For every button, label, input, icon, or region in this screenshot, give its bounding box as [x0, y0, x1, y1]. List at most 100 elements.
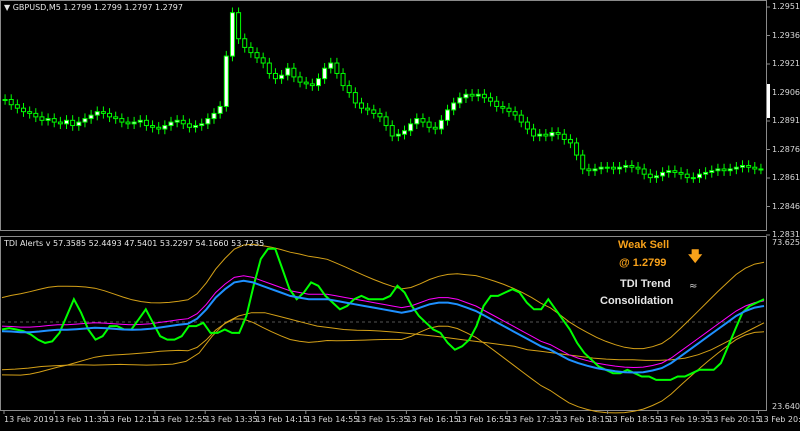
candle-body [733, 166, 739, 170]
price-axis-tick: 1.2861 [772, 173, 800, 182]
price-axis-tick: 1.2846 [772, 201, 800, 211]
indicator-axis-tick: 23.6409 [772, 402, 800, 411]
candle-body [678, 171, 684, 175]
time-axis-tick: 13 Feb 12:55 [154, 415, 208, 424]
candle-body [549, 131, 555, 137]
candle-body [236, 12, 242, 40]
candle-body [309, 83, 315, 87]
time-axis-tick: 13 Feb 20:55 [758, 415, 800, 424]
candle-body [371, 109, 377, 114]
candle-body [696, 173, 702, 179]
candle-body [193, 125, 199, 128]
candle-body [291, 67, 297, 78]
candle-body [727, 168, 733, 172]
candle-body [2, 99, 8, 102]
candle-body [242, 38, 248, 48]
candle-body [346, 85, 352, 94]
candle-body [543, 133, 549, 137]
candle-body [125, 121, 131, 125]
candle-body [143, 119, 149, 127]
candle-body [180, 119, 186, 125]
market-base-line [1, 312, 765, 371]
candle-body [131, 121, 137, 125]
candle-body [377, 112, 383, 118]
candle-body [199, 123, 205, 127]
time-axis-tick: 13 Feb 17:35 [507, 415, 560, 424]
candle-body [604, 166, 610, 169]
chart-window[interactable]: ▼ GBPUSD,M5 1.2799 1.2799 1.2797 1.2797 … [0, 0, 800, 431]
collapse-triangle-icon[interactable]: ▼ [4, 3, 10, 12]
price-axis-tick: 1.2876 [772, 144, 800, 154]
candle-body [315, 78, 321, 87]
candle-body [629, 164, 635, 168]
time-axis-tick: 13 Feb 18:15 [557, 415, 610, 424]
candle-body [150, 125, 156, 128]
candle-body [76, 121, 82, 127]
price-axis-tick: 1.2921 [772, 59, 800, 68]
candle-body [598, 166, 604, 170]
candle-body [272, 72, 278, 80]
candle-body [88, 114, 94, 120]
candle-body [297, 76, 303, 83]
candle-body [420, 118, 426, 123]
tdi-trend-label: TDI Trend [620, 278, 671, 290]
wave-icon: ≈ [689, 281, 698, 292]
candle-body [328, 62, 334, 69]
candle-body [408, 123, 414, 132]
candle-body [488, 97, 494, 102]
candle-body [39, 116, 45, 121]
candle-body [340, 72, 346, 87]
candle-body [27, 111, 33, 114]
candle-body [334, 62, 340, 74]
candle-body [666, 170, 672, 173]
candle-body [524, 121, 530, 130]
candle-body [746, 164, 752, 168]
candle-body [463, 93, 469, 99]
candle-body [254, 52, 260, 59]
candle-body [217, 105, 223, 114]
candle-body [438, 119, 444, 130]
symbol-ohlc-text: GBPUSD,M5 1.2799 1.2799 1.2797 1.2797 [12, 3, 183, 12]
signal-price: @ 1.2799 [619, 257, 667, 269]
candle-body [500, 105, 506, 109]
price-chart-header: ▼ GBPUSD,M5 1.2799 1.2799 1.2797 1.2797 [4, 3, 183, 12]
candle-body [57, 121, 63, 125]
candle-body [223, 55, 229, 107]
price-axis-tick: 1.2936 [772, 30, 800, 40]
candle-body [537, 133, 543, 137]
current-price-marker [767, 84, 770, 118]
candle-body [531, 128, 537, 137]
candle-body [14, 104, 20, 109]
time-axis-tick: 13 Feb 11:35 [54, 415, 107, 424]
time-axis-tick: 13 Feb 16:15 [406, 415, 459, 424]
candle-body [457, 97, 463, 104]
candle-body [186, 123, 192, 128]
candle-body [260, 57, 266, 64]
candle-body [162, 125, 168, 130]
candle-body [168, 121, 174, 127]
candle-body [426, 121, 432, 128]
candle-body [469, 93, 475, 97]
candle-body [451, 102, 457, 111]
time-axis-tick: 13 Feb 12:15 [104, 415, 158, 424]
candle-body [739, 164, 745, 168]
time-axis-tick: 13 Feb 2019 [4, 415, 54, 424]
candle-body [690, 177, 696, 180]
candle-body [709, 170, 715, 173]
candle-body [758, 168, 764, 171]
candle-body [94, 111, 100, 116]
candle-body [660, 171, 666, 177]
candle-body [51, 118, 57, 123]
chart-canvas[interactable] [0, 0, 800, 431]
candle-body [383, 116, 389, 127]
candle-body [684, 173, 690, 179]
candle-body [518, 114, 524, 123]
signal-weak-sell: Weak Sell [618, 239, 670, 251]
indicator-axis-tick: 73.6258 [772, 238, 800, 247]
candle-body [641, 168, 647, 175]
candle-body [100, 111, 106, 114]
candle-body [617, 166, 623, 170]
candle-body [445, 109, 451, 121]
arrow-down-icon: 🡇 [688, 249, 703, 265]
time-axis-tick: 13 Feb 16:55 [456, 415, 510, 424]
